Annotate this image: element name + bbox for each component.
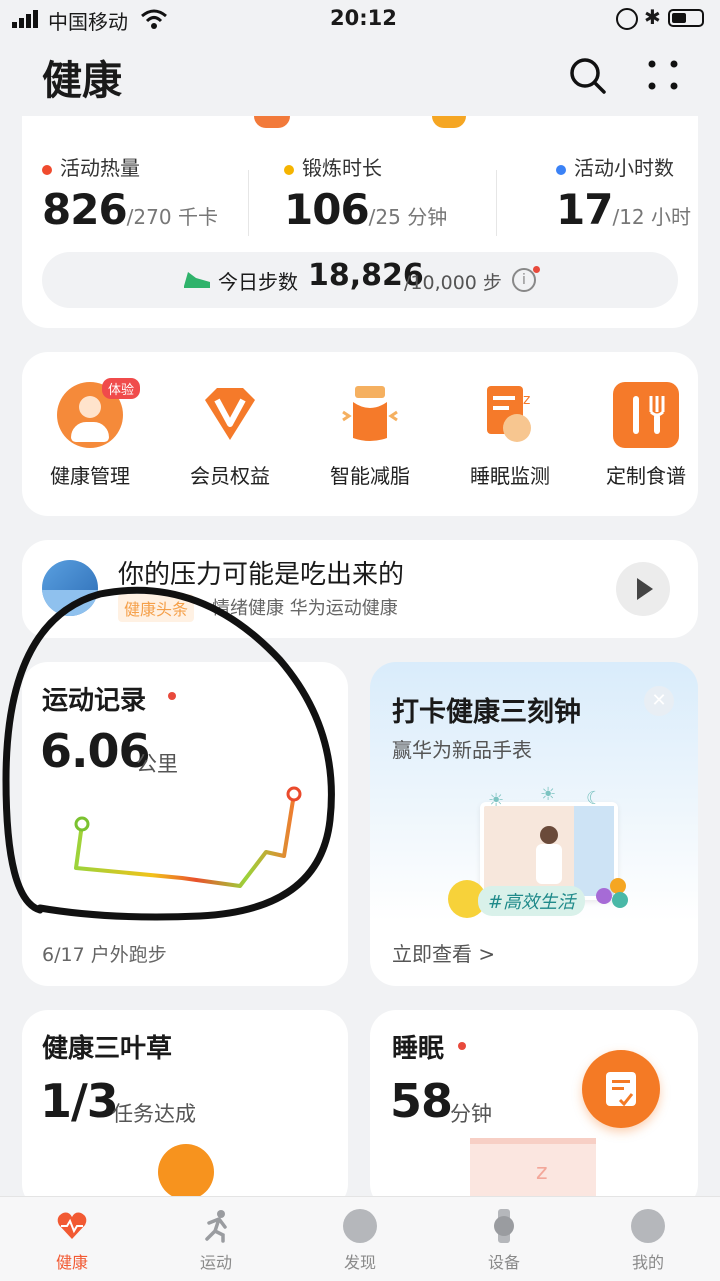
feature-health-management[interactable]: 体验 健康管理 — [30, 378, 150, 489]
tab-me[interactable]: 我的 — [598, 1209, 698, 1273]
moon-icon: ☾ — [586, 788, 603, 809]
clover-value: 1/3 — [40, 1074, 119, 1128]
play-button[interactable] — [616, 562, 670, 616]
sleep-value: 58 — [390, 1074, 453, 1128]
trial-badge: 体验 — [102, 378, 141, 399]
page-title: 健康 — [42, 58, 122, 104]
promo-title: 打卡健康三刻钟 — [392, 697, 581, 728]
tab-devices[interactable]: 设备 — [454, 1209, 554, 1273]
exercise-stat: 锻炼时长 106/25 分钟 — [284, 152, 447, 234]
color-balls-icon — [596, 878, 632, 914]
exercise-goal: /25 分钟 — [368, 205, 448, 229]
steps-goal: /10,000 步 — [404, 272, 502, 294]
new-dot — [458, 1042, 466, 1050]
feature-label: 会员权益 — [190, 464, 270, 488]
clover-unit: 任务达成 — [112, 1102, 196, 1126]
features-card: 体验 健康管理 会员权益 智能减脂 z 睡眠监测 定制食谱 — [22, 352, 698, 516]
bottom-nav: 健康 运动 发现 设备 我的 — [0, 1196, 720, 1281]
feature-membership[interactable]: 会员权益 — [170, 382, 290, 489]
sleep-report-icon: z — [477, 382, 543, 448]
battery-icon — [668, 9, 704, 27]
rotation-lock-icon — [616, 8, 638, 30]
clock: 20:12 — [330, 6, 397, 30]
svg-text:z: z — [523, 392, 530, 408]
floating-note-button[interactable] — [582, 1050, 660, 1128]
search-icon[interactable] — [568, 56, 608, 100]
tab-label: 运动 — [199, 1253, 232, 1272]
sun-icon: ☀ — [540, 784, 557, 805]
promo-card[interactable]: 打卡健康三刻钟 赢华为新品手表 ✕ ☀ ☀ ☾ #高效生活 立即查看 > — [370, 662, 698, 986]
feature-sleep-monitor[interactable]: z 睡眠监测 — [450, 382, 570, 489]
tab-exercise[interactable]: 运动 — [166, 1209, 266, 1273]
feature-label: 睡眠监测 — [470, 464, 550, 488]
steps-pill[interactable]: 今日步数 18,826 /10,000 步 i — [42, 252, 678, 308]
feature-fat-loss[interactable]: 智能减脂 — [310, 382, 430, 489]
avatar-icon — [631, 1209, 665, 1243]
signal-icon — [12, 10, 42, 28]
ring-peek-icon — [254, 116, 290, 128]
clover-progress-icon — [158, 1144, 214, 1200]
tab-health[interactable]: 健康 — [22, 1209, 122, 1273]
info-icon[interactable]: i — [512, 268, 536, 292]
calories-stat: 活动热量 826/270 千卡 — [42, 152, 218, 234]
carrier-name: 中国移动 — [48, 10, 128, 34]
sun-icon: ☀ — [488, 790, 505, 811]
hashtag-badge: #高效生活 — [478, 886, 586, 916]
sleep-title: 睡眠 — [392, 1034, 445, 1064]
health-clover-card[interactable]: 健康三叶草 1/3 任务达成 — [22, 1010, 348, 1210]
note-edit-icon — [606, 1072, 636, 1107]
diamond-v-icon — [197, 382, 263, 448]
promo-subtitle: 赢华为新品手表 — [392, 738, 532, 762]
close-button[interactable]: ✕ — [644, 686, 674, 716]
watch-icon — [487, 1209, 521, 1243]
more-icon[interactable] — [646, 58, 680, 96]
feature-label: 健康管理 — [50, 464, 130, 488]
promo-cta[interactable]: 立即查看 > — [392, 938, 495, 967]
tab-discover[interactable]: 发现 — [310, 1209, 410, 1273]
play-icon — [637, 578, 653, 600]
heart-pulse-icon — [55, 1209, 89, 1243]
tab-label: 健康 — [55, 1253, 88, 1272]
workout-footer: 6/17 户外跑步 — [42, 944, 167, 966]
calories-goal: /270 千卡 — [126, 205, 218, 229]
hand-drawn-circle — [2, 586, 335, 921]
calories-value: 826 — [42, 185, 128, 234]
status-bar: 中国移动 20:12 ✱ — [0, 0, 720, 40]
wifi-icon — [140, 8, 168, 34]
tab-label: 设备 — [487, 1253, 520, 1272]
steps-label: 今日步数 — [218, 270, 298, 294]
globe-icon — [343, 1209, 377, 1243]
close-icon: ✕ — [651, 690, 667, 711]
feature-custom-recipe[interactable]: 定制食谱 — [586, 382, 706, 489]
shoe-icon — [182, 268, 212, 296]
stand-value: 17 — [556, 185, 613, 234]
bluetooth-icon: ✱ — [644, 5, 661, 29]
exercise-value: 106 — [284, 185, 370, 234]
tab-label: 发现 — [343, 1253, 376, 1272]
feature-label: 智能减脂 — [330, 464, 410, 488]
stand-goal: /12 小时 — [612, 205, 691, 229]
ring-peek-icon — [432, 116, 466, 128]
notification-dot — [533, 266, 540, 273]
utensils-icon — [613, 382, 679, 448]
feature-label: 定制食谱 — [606, 464, 686, 488]
stand-stat: 活动小时数 17/12 小时 — [556, 152, 691, 234]
tab-label: 我的 — [631, 1253, 664, 1272]
runner-icon — [199, 1209, 233, 1243]
clover-title: 健康三叶草 — [42, 1034, 173, 1064]
stand-label: 活动小时数 — [574, 156, 674, 180]
calories-label: 活动热量 — [60, 156, 140, 180]
exercise-label: 锻炼时长 — [302, 156, 382, 180]
waist-icon — [337, 382, 403, 448]
sleep-unit: 分钟 — [450, 1102, 492, 1126]
